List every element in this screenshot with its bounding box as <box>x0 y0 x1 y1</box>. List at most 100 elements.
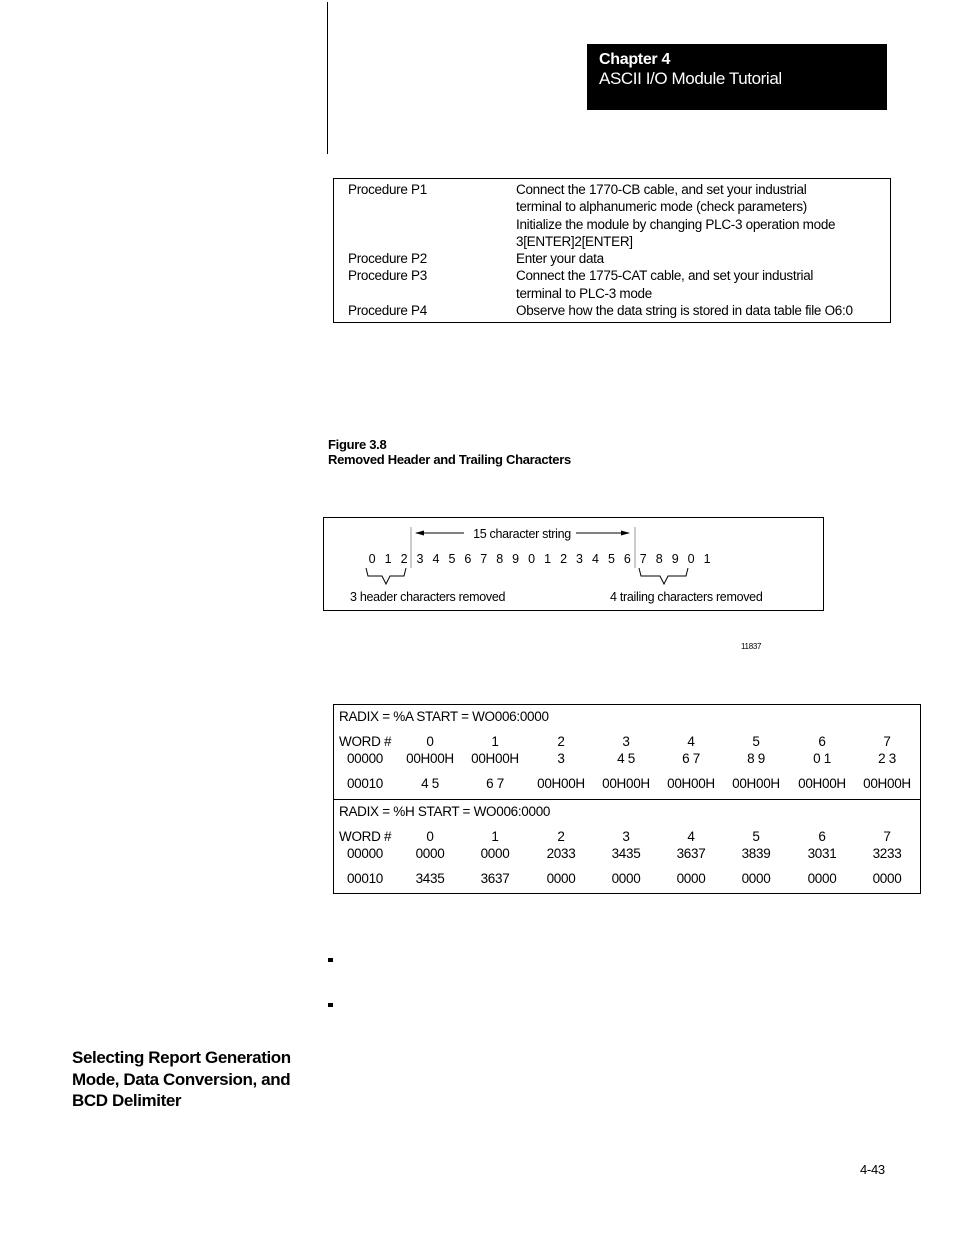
procedure-line: Observe how the data string is stored in… <box>516 303 853 318</box>
left-arrowhead-icon <box>415 530 424 536</box>
chapter-title: ASCII I/O Module Tutorial <box>599 69 782 88</box>
string-character: 2 <box>560 552 567 566</box>
right-arrowhead-icon <box>621 530 630 536</box>
section-heading-line: BCD Delimiter <box>72 1091 182 1110</box>
procedure-line: Connect the 1775-CAT cable, and set your… <box>516 268 814 283</box>
procedure-line: 3[ENTER]2[ENTER] <box>516 234 633 249</box>
column-header: 0 <box>426 734 434 749</box>
string-character: 1 <box>544 552 551 566</box>
figure-id: 11837 <box>741 642 762 651</box>
string-character: 5 <box>448 552 455 566</box>
string-character: 9 <box>512 552 519 566</box>
string-character: 9 <box>672 552 679 566</box>
word-value: 2033 <box>546 846 576 861</box>
word-value: 6 7 <box>486 776 504 791</box>
figure-caption: Figure 3.8 Removed Header and Trailing C… <box>328 437 571 467</box>
word-value: 3839 <box>741 846 771 861</box>
word-address: 00010 <box>346 776 384 791</box>
word-value: 2 3 <box>878 751 896 766</box>
word-value: 3 <box>557 751 565 766</box>
string-character: 3 <box>416 552 423 566</box>
procedure-line: terminal to alphanumeric mode (check par… <box>516 199 807 214</box>
string-character: 0 <box>528 552 535 566</box>
column-header: 5 <box>752 829 760 844</box>
string-character: 2 <box>401 552 408 566</box>
column-header: 3 <box>622 829 630 844</box>
word-value: 0 1 <box>813 751 831 766</box>
column-header: 2 <box>557 734 565 749</box>
procedure-label: Procedure P1 <box>348 182 427 197</box>
column-header: 7 <box>883 829 891 844</box>
column-header: 2 <box>557 829 565 844</box>
string-character: 6 <box>624 552 631 566</box>
column-header: 7 <box>883 734 891 749</box>
word-value: 00H00H <box>406 751 454 766</box>
chapter-header: Chapter 4 ASCII I/O Module Tutorial <box>587 44 887 110</box>
string-character: 5 <box>608 552 615 566</box>
word-value: 00H00H <box>863 776 911 791</box>
radix-table: RADIX = %A START = WO006:0000 WORD #0 1 2 3 4… <box>333 704 921 894</box>
column-header: 5 <box>752 734 760 749</box>
section-heading: Selecting Report Generation Mode, Data C… <box>72 1047 291 1112</box>
word-value: 3637 <box>676 846 706 861</box>
margin-rule <box>327 2 328 154</box>
procedure-line: Connect the 1770-CB cable, and set your … <box>516 182 807 197</box>
string-character: 4 <box>432 552 439 566</box>
word-value: 4 5 <box>421 776 439 791</box>
radix-ascii-section: RADIX = %A START = WO006:0000 WORD # 0 1 2 3 4… <box>334 705 920 799</box>
string-character: 0 <box>688 552 695 566</box>
string-character: 6 <box>464 552 471 566</box>
column-header: 6 <box>818 829 826 844</box>
word-value: 00H00H <box>798 776 846 791</box>
figure-diagram: 15 character string 01234567890123456789… <box>323 517 824 611</box>
header-brace <box>365 567 407 586</box>
word-value: 8 9 <box>747 751 765 766</box>
word-value: 00H00H <box>537 776 585 791</box>
word-value: 0000 <box>415 846 445 861</box>
word-value: 00H00H <box>602 776 650 791</box>
trailing-brace <box>638 567 689 586</box>
column-header: 4 <box>687 734 695 749</box>
word-value: 00H00H <box>471 751 519 766</box>
string-character: 4 <box>592 552 599 566</box>
word-value: 0000 <box>741 871 771 886</box>
word-value: 0000 <box>611 871 641 886</box>
word-value: 3031 <box>807 846 837 861</box>
word-value: 00H00H <box>732 776 780 791</box>
word-value: 0000 <box>676 871 706 886</box>
section-heading-line: Selecting Report Generation <box>72 1048 291 1067</box>
word-value: 3435 <box>611 846 641 861</box>
word-column-header: WORD # <box>339 734 392 749</box>
word-value: 3637 <box>480 871 510 886</box>
header-removed-label: 3 header characters removed <box>350 590 506 604</box>
word-value: 3435 <box>415 871 445 886</box>
procedure-line: Initialize the module by changing PLC-3 … <box>516 217 836 232</box>
word-value: 0000 <box>807 871 837 886</box>
string-character: 1 <box>704 552 711 566</box>
column-header: 6 <box>818 734 826 749</box>
procedure-label: Procedure P2 <box>348 251 427 266</box>
column-header: 3 <box>622 734 630 749</box>
column-header: 1 <box>491 734 499 749</box>
procedure-label: Procedure P4 <box>348 303 427 318</box>
string-character: 3 <box>576 552 583 566</box>
procedure-line: Enter your data <box>516 251 604 266</box>
character-sequence: 0123456789012345678901 <box>369 552 711 566</box>
page-number: 4-43 <box>860 1162 885 1177</box>
procedure-line: terminal to PLC-3 mode <box>516 286 652 301</box>
word-address: 00000 <box>346 751 384 766</box>
figure-title: Removed Header and Trailing Characters <box>328 452 571 467</box>
word-address: 00010 <box>346 871 384 886</box>
string-character: 8 <box>496 552 503 566</box>
word-value: 4 5 <box>617 751 635 766</box>
word-address: 00000 <box>346 846 384 861</box>
word-value: 6 7 <box>682 751 700 766</box>
word-value: 0000 <box>546 871 576 886</box>
string-character: 8 <box>656 552 663 566</box>
chapter-number: Chapter 4 <box>599 51 671 68</box>
bullet-icon <box>328 958 333 962</box>
string-character: 7 <box>640 552 647 566</box>
figure-number: Figure 3.8 <box>328 437 387 452</box>
word-value: 0000 <box>872 871 902 886</box>
trailing-removed-label: 4 trailing characters removed <box>610 590 763 604</box>
